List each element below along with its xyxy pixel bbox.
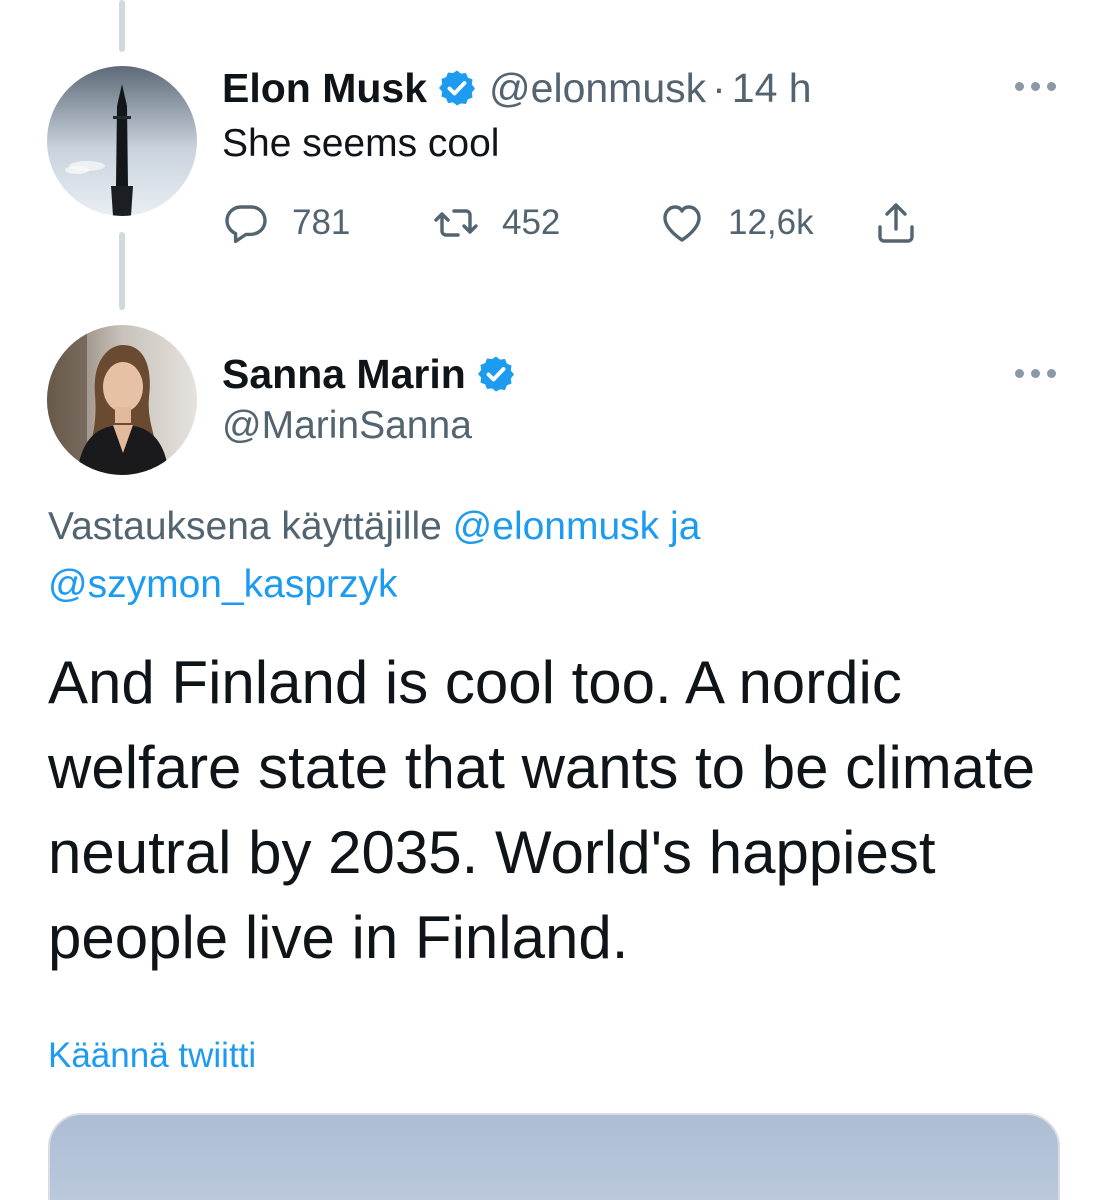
tweet-thread: Elon Musk @elonmusk · 14 h She seems coo… [0,0,1108,1200]
thread-connector-line [119,0,125,52]
separator-dot: · [712,64,726,111]
mention-joiner: ja [659,505,701,548]
like-count: 12,6k [728,203,814,242]
handle[interactable]: @elonmusk [489,65,706,112]
verified-badge-icon [437,68,477,108]
tweet-text: She seems cool [222,122,500,165]
verified-badge-icon [476,354,516,394]
mention-link[interactable]: @elonmusk [453,505,660,548]
avatar-elonmusk[interactable] [47,66,197,216]
tweet-actions: 781 452 12,6k [222,195,942,251]
reply-count: 781 [292,203,351,242]
replying-to-label: Vastauksena käyttäjille [48,505,453,548]
timestamp[interactable]: 14 h [732,65,812,112]
share-icon [878,203,914,243]
handle[interactable]: @MarinSanna [222,404,472,448]
tweet-media-image[interactable] [48,1113,1060,1200]
share-button[interactable] [872,195,920,251]
reply-icon [225,205,267,244]
retweet-button[interactable]: 452 [432,195,560,251]
tweet-header: Elon Musk @elonmusk · 14 h [222,60,812,116]
like-button[interactable]: 12,6k [658,195,814,251]
reply-button[interactable]: 781 [222,195,350,251]
more-icon[interactable] [1015,82,1056,91]
more-icon[interactable] [1015,369,1056,378]
retweet-icon [434,209,478,237]
retweet-count: 452 [502,203,561,242]
translate-tweet-link[interactable]: Käännä twiitti [48,1036,256,1076]
display-name[interactable]: Elon Musk [222,65,427,112]
heart-icon [663,205,701,242]
display-name[interactable]: Sanna Marin [222,351,466,398]
mention-link[interactable]: @szymon_kasprzyk [48,563,398,606]
avatar-marinsanna[interactable] [47,325,197,475]
tweet-text: And Finland is cool too. A nordic welfar… [48,649,1036,971]
thread-connector-line [119,232,125,310]
tweet-header: Sanna Marin [222,346,528,402]
replying-to: Vastauksena käyttäjille @elonmusk ja @szy… [48,498,1028,614]
